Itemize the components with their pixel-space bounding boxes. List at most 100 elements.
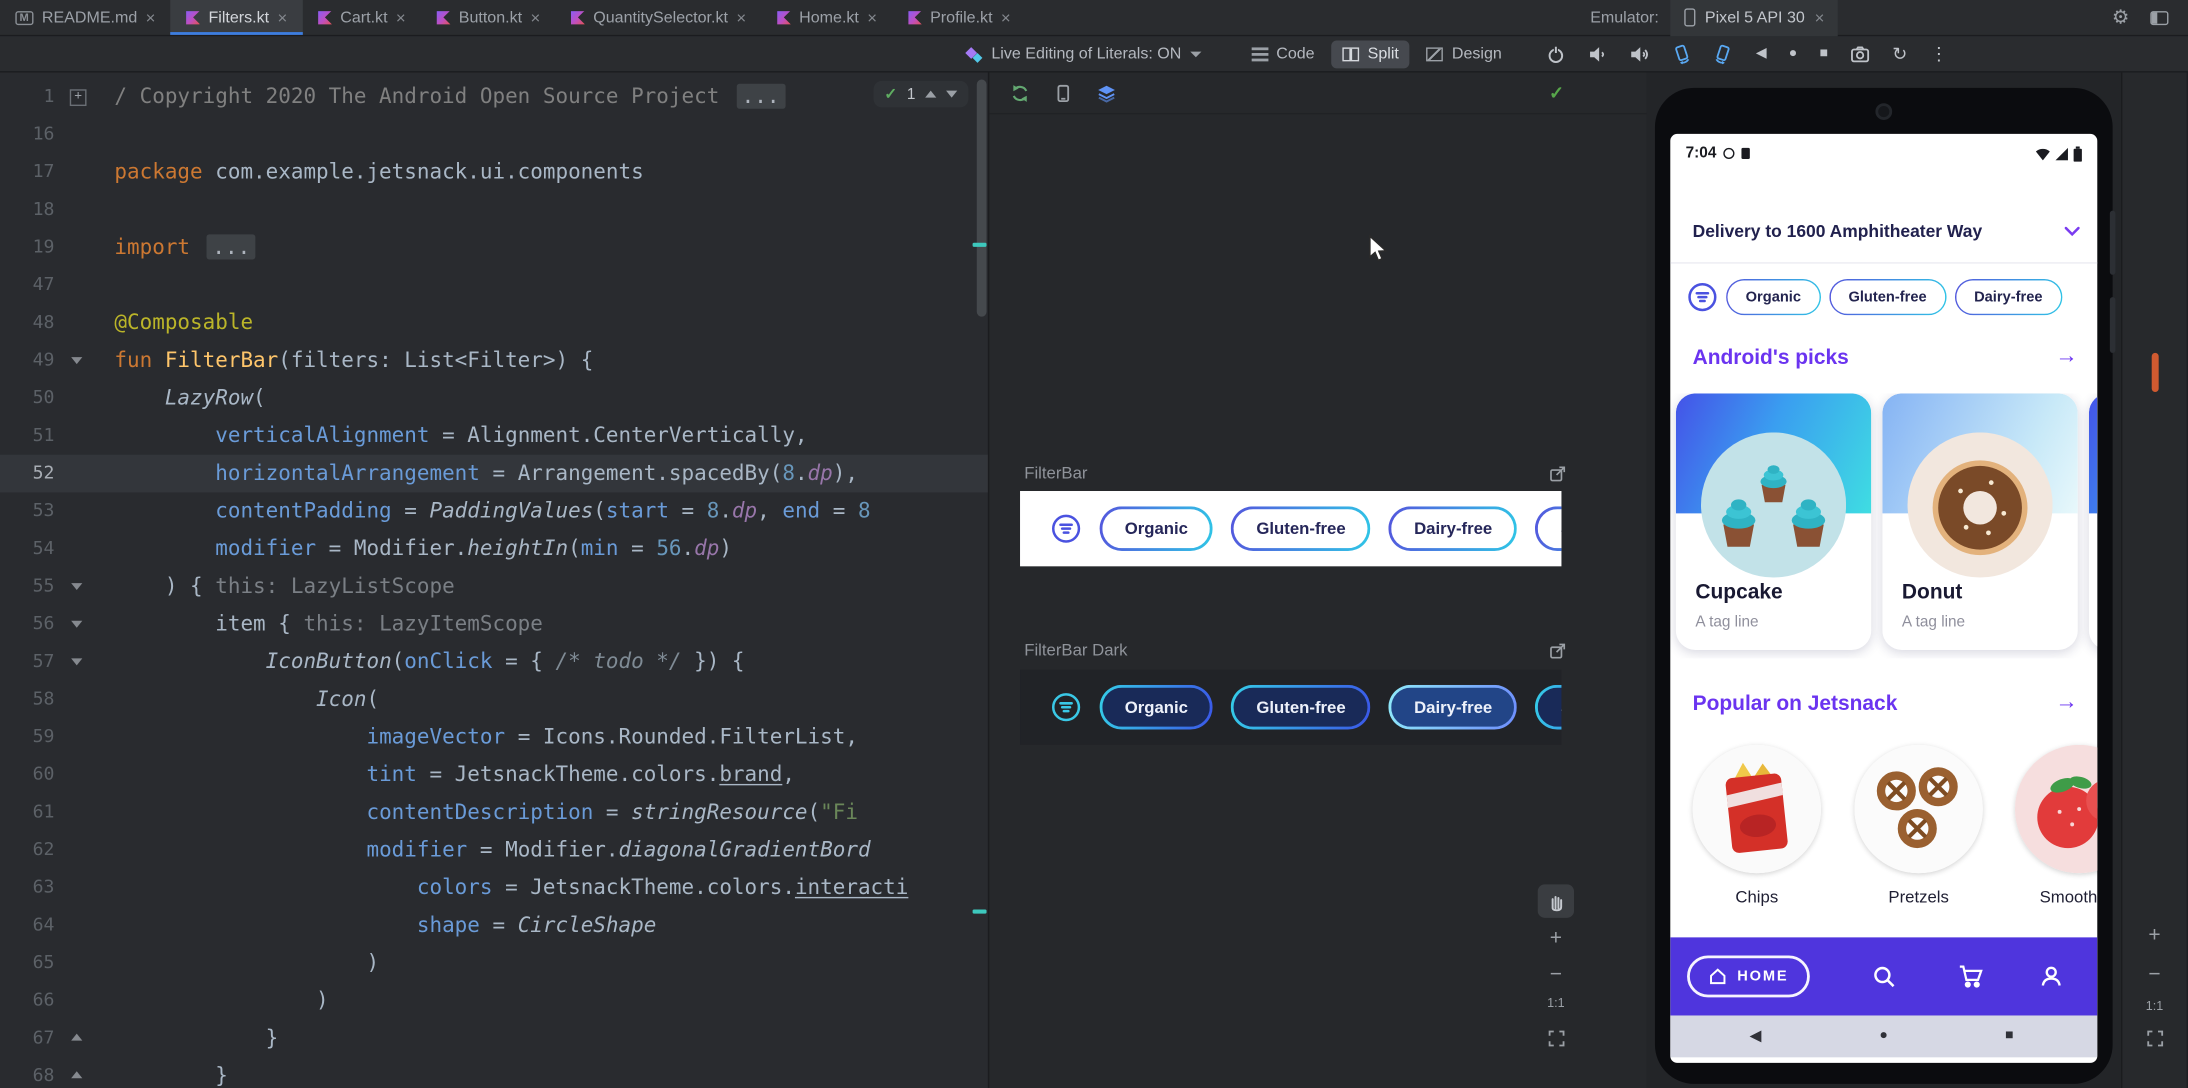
code-line[interactable]: 17 package com.example.jetsnack.ui.compon… (0, 153, 988, 191)
overview-square-icon[interactable]: ■ (1820, 46, 1828, 61)
code-line[interactable]: 49 fun FilterBar(filters: List<Filter>) { (0, 342, 988, 380)
code-line[interactable]: 61 contentDescription = stringResource("… (0, 794, 988, 832)
close-icon[interactable]: × (277, 9, 287, 26)
zoom-in-icon[interactable]: + (1538, 926, 1574, 950)
fold-icon[interactable] (67, 605, 92, 643)
code-line[interactable]: 52 horizontalArrangement = Arrangement.s… (0, 454, 988, 493)
filter-chip[interactable]: Gluten-free (1231, 685, 1371, 730)
close-icon[interactable]: × (146, 9, 156, 26)
code-editor[interactable]: 1/ Copyright 2020 The Android Open Sourc… (0, 72, 988, 1088)
phone-screen[interactable]: 7:04 Delivery to 1600 Amphitheater Way O… (1670, 133, 2098, 1063)
code-line[interactable]: 63 colors = JetsnackTheme.colors.interac… (0, 869, 988, 907)
emulator-zoom-actual[interactable]: 1:1 (2122, 999, 2186, 1013)
pan-hand-icon[interactable] (1537, 884, 1575, 918)
code-line[interactable]: 54 modifier = Modifier.heightIn(min = 56… (0, 530, 988, 568)
filter-chip[interactable]: Dairy-free (1955, 279, 2062, 315)
code-line[interactable]: 66 ) (0, 982, 988, 1020)
code-line[interactable]: 56 item { this: LazyItemScope (0, 605, 988, 643)
code-line[interactable]: 50 LazyRow( (0, 379, 988, 417)
device-preview-icon[interactable] (1054, 83, 1074, 103)
snack-card[interactable] (2088, 393, 2098, 651)
fold-icon[interactable] (67, 643, 92, 681)
filter-chip[interactable]: Gluten-free (1231, 506, 1371, 551)
popular-item[interactable]: Chips (1692, 744, 1821, 907)
build-refresh-icon[interactable] (1010, 83, 1030, 103)
fold-icon[interactable] (67, 568, 92, 606)
close-icon[interactable]: × (1001, 9, 1011, 26)
file-tab[interactable]: Profile.kt × (892, 0, 1026, 35)
code-line[interactable]: 68 } (0, 1057, 988, 1088)
android-back-icon[interactable]: ◀ (1741, 1015, 1769, 1057)
filter-chip[interactable]: Organic (1726, 279, 1820, 315)
rotate-left-icon[interactable] (1672, 44, 1692, 64)
file-tab[interactable]: Home.kt × (761, 0, 892, 35)
live-edit-control[interactable]: Live Editing of Literals: ON (966, 45, 1201, 62)
code-line[interactable]: 58 Icon( (0, 681, 988, 719)
mode-code[interactable]: Code (1240, 40, 1326, 68)
camera-screenshot-icon[interactable] (1850, 44, 1870, 64)
emulator-zoom-in-icon[interactable]: + (2122, 923, 2186, 947)
filter-chip[interactable]: Organic (1100, 685, 1214, 730)
close-icon[interactable]: × (1815, 9, 1825, 26)
mode-split[interactable]: Split (1331, 39, 1411, 68)
delivery-address-row[interactable]: Delivery to 1600 Amphitheater Way (1693, 212, 2081, 251)
close-icon[interactable]: × (396, 9, 406, 26)
fold-icon[interactable] (67, 1020, 92, 1058)
code-line[interactable]: 1/ Copyright 2020 The Android Open Sourc… (0, 78, 988, 116)
layers-icon[interactable] (1097, 83, 1117, 103)
filter-icon[interactable] (1051, 513, 1082, 544)
fold-icon[interactable] (67, 78, 92, 116)
next-issue-icon[interactable] (946, 90, 958, 98)
zoom-out-icon[interactable]: − (1538, 962, 1574, 986)
snack-card[interactable]: Cupcake A tag line (1675, 393, 1872, 651)
code-line[interactable]: 62 modifier = Modifier.diagonalGradientB… (0, 831, 988, 869)
filter-chip[interactable]: Sweet (1536, 506, 1562, 551)
layout-panel-icon[interactable] (2150, 10, 2169, 25)
code-line[interactable]: 59 imageVector = Icons.Rounded.FilterLis… (0, 718, 988, 756)
cart-icon[interactable] (1958, 964, 1985, 993)
android-home-icon[interactable]: ● (1870, 1015, 1898, 1057)
filter-chip[interactable]: Gluten-free (1829, 279, 1946, 315)
prev-issue-icon[interactable] (925, 90, 937, 98)
volume-up-icon[interactable] (1630, 44, 1650, 64)
close-icon[interactable]: × (736, 9, 746, 26)
fold-icon[interactable] (67, 342, 92, 380)
code-line[interactable]: 55 ) { this: LazyListScope (0, 568, 988, 606)
code-line[interactable]: 53 contentPadding = PaddingValues(start … (0, 492, 988, 530)
emulator-tab[interactable]: Pixel 5 API 30 × (1670, 0, 1839, 36)
snack-card[interactable]: Donut A tag line (1882, 393, 2078, 651)
android-recents-icon[interactable]: ■ (1995, 1015, 2023, 1057)
editor-scrollbar[interactable] (976, 79, 987, 317)
zoom-actual-size[interactable]: 1:1 (1538, 996, 1574, 1010)
power-icon[interactable] (1547, 44, 1567, 64)
rotate-right-icon[interactable] (1714, 44, 1734, 64)
settings-gear-icon[interactable]: ⚙ (2112, 6, 2130, 30)
code-line[interactable]: 18 (0, 191, 988, 229)
filter-icon[interactable] (1051, 692, 1082, 723)
file-tab[interactable]: Button.kt × (421, 0, 556, 35)
code-line[interactable]: 57 IconButton(onClick = { /* todo */ }) … (0, 643, 988, 681)
zoom-to-fit-icon[interactable] (1538, 1029, 1574, 1047)
emulator-zoom-fit-icon[interactable] (2122, 1029, 2186, 1047)
snapshot-rerun-icon[interactable]: ↻ (1892, 45, 1907, 63)
code-line[interactable]: 48 @Composable (0, 304, 988, 342)
filter-icon[interactable] (1687, 282, 1718, 313)
close-icon[interactable]: × (530, 9, 540, 26)
open-preview-in-window-icon[interactable] (1549, 642, 1569, 662)
open-preview-in-window-icon[interactable] (1549, 465, 1569, 485)
code-line[interactable]: 47 (0, 266, 988, 304)
code-line[interactable]: 64 shape = CircleShape (0, 907, 988, 945)
filter-chip[interactable]: Dairy-free (1389, 685, 1517, 730)
popular-item[interactable]: Pretzels (1854, 744, 1983, 907)
close-icon[interactable]: × (867, 9, 877, 26)
fold-icon[interactable] (67, 1057, 92, 1088)
file-tab[interactable]: README.md × (0, 0, 171, 35)
inspections-widget[interactable]: ✓ 1 (873, 80, 969, 108)
search-icon[interactable] (1871, 964, 1896, 993)
popular-item[interactable]: Smoothies (2014, 744, 2098, 907)
file-tab[interactable]: Filters.kt × (170, 0, 304, 35)
code-line[interactable]: 51 verticalAlignment = Alignment.CenterV… (0, 417, 988, 455)
file-tab[interactable]: Cart.kt × (303, 0, 421, 35)
code-line[interactable]: 19 import ... (0, 229, 988, 267)
arrow-right-icon[interactable]: → (2055, 345, 2077, 370)
